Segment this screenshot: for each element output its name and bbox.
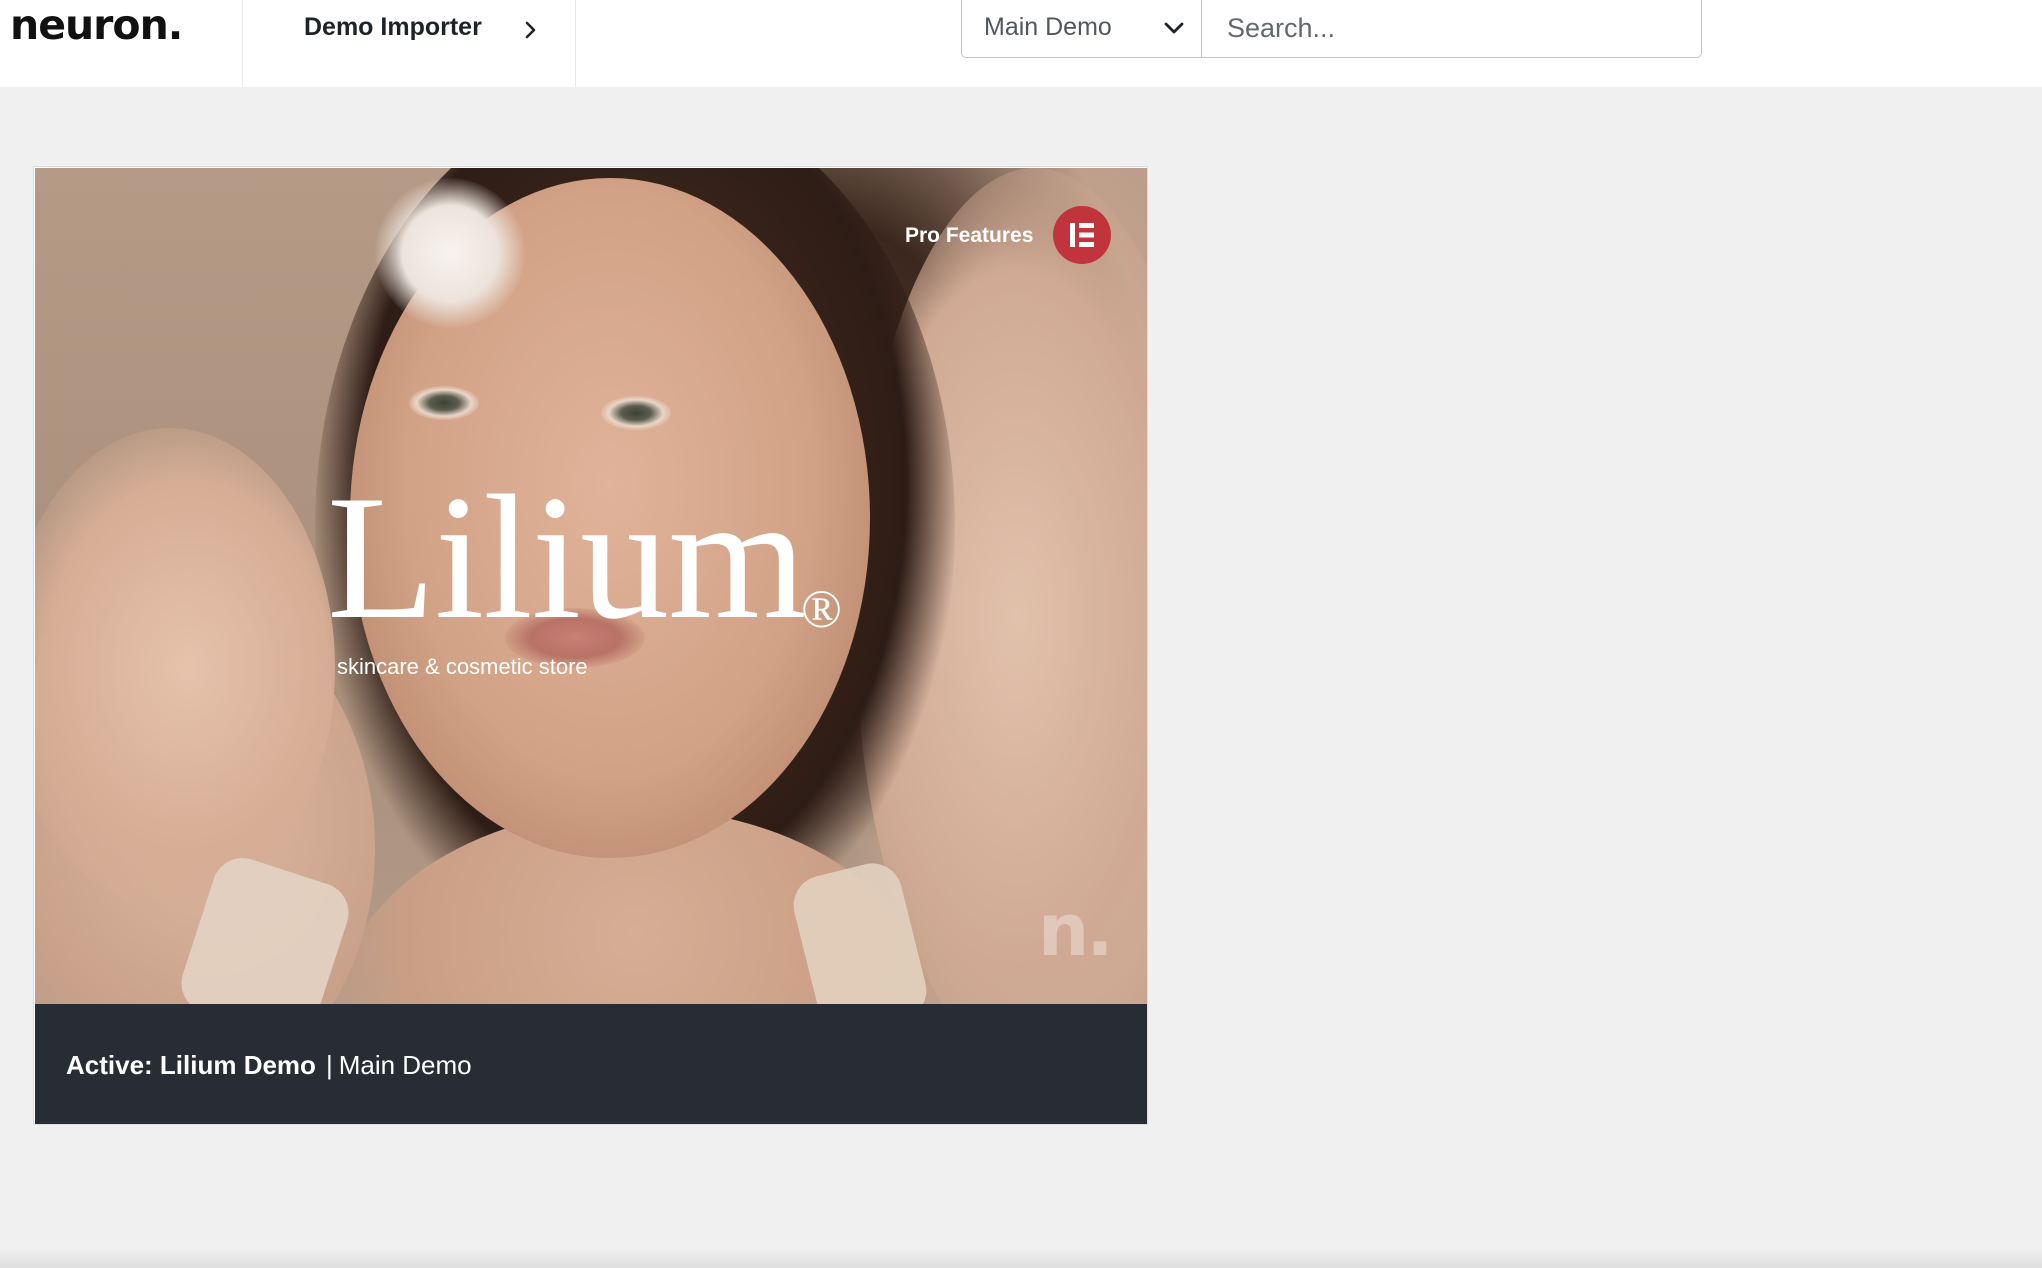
brand-subtitle: skincare & cosmetic store bbox=[337, 654, 588, 679]
photo-cream bbox=[375, 178, 525, 328]
breadcrumb-label: Demo Importer bbox=[304, 13, 482, 41]
photo-eye-right bbox=[601, 396, 671, 430]
card-footer: Active: Lilium Demo | Main Demo bbox=[35, 1004, 1147, 1124]
elementor-icon bbox=[1053, 206, 1111, 264]
brand-title: Lilium bbox=[327, 458, 807, 656]
active-demo-label: Active: Lilium Demo bbox=[66, 1050, 316, 1080]
registered-mark: ® bbox=[801, 579, 843, 639]
demo-card-lilium[interactable]: Lilium ® skincare & cosmetic store Pro F… bbox=[33, 166, 1148, 1125]
chevron-right-icon bbox=[519, 19, 541, 41]
top-bar: neuron. Demo Importer Main Demo bbox=[0, 0, 2042, 87]
demo-filter-bar: Main Demo bbox=[961, 0, 1702, 58]
demo-thumbnail[interactable]: Lilium ® skincare & cosmetic store Pro F… bbox=[35, 168, 1147, 1004]
demo-type-select[interactable]: Main Demo bbox=[962, 0, 1202, 57]
bottom-edge-shadow bbox=[0, 1248, 2042, 1268]
pro-features-label: Pro Features bbox=[905, 224, 1034, 247]
neuron-logo[interactable]: neuron. bbox=[10, 0, 183, 50]
demo-type-select-value: Main Demo bbox=[984, 13, 1112, 41]
chevron-down-icon bbox=[1162, 16, 1186, 40]
photo-eye-left bbox=[409, 386, 479, 420]
search-input[interactable] bbox=[1203, 0, 1701, 57]
logo-container: neuron. bbox=[0, 0, 243, 87]
card-status: Active: Lilium Demo | Main Demo bbox=[66, 1050, 472, 1081]
breadcrumb-demo-importer[interactable]: Demo Importer bbox=[243, 0, 576, 87]
footer-separator: | bbox=[325, 1050, 333, 1080]
demo-category-label: Main Demo bbox=[338, 1050, 472, 1080]
neuron-watermark: n. bbox=[1038, 888, 1114, 972]
